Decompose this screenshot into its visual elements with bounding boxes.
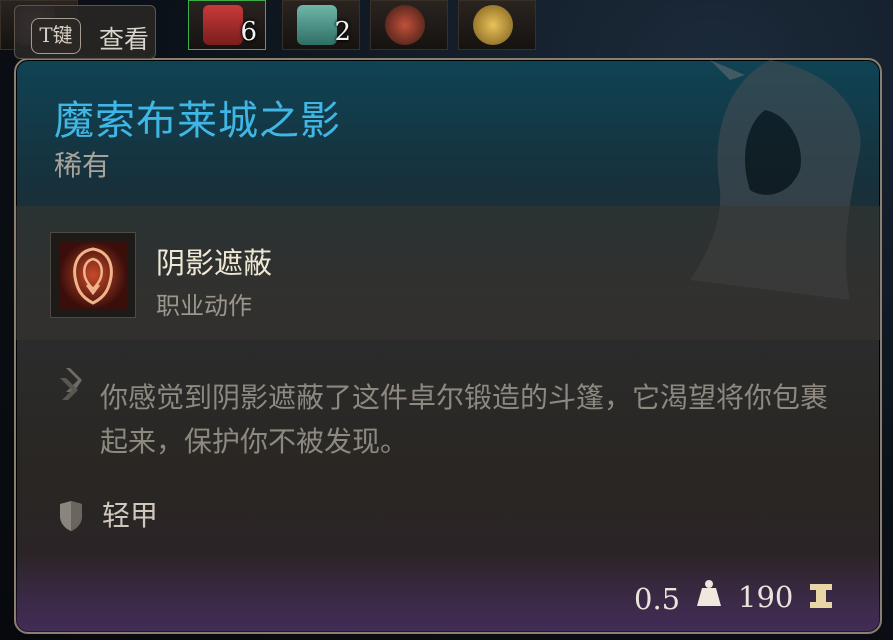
- slot-count: 6: [240, 17, 257, 47]
- action-name: 阴影遮蔽: [156, 246, 273, 280]
- inventory-slot-scroll-heart[interactable]: 2: [282, 0, 360, 50]
- price-value: 190: [738, 580, 794, 614]
- item-tooltip: 魔索布莱城之影 稀有 阴影遮蔽 职业动作 你感觉到阴影遮蔽了这件卓尔锻造的斗篷，…: [14, 58, 882, 634]
- inventory-slot-meat[interactable]: [370, 0, 448, 50]
- action-icon-frame[interactable]: [50, 232, 136, 318]
- armor-type-label: 轻甲: [102, 499, 159, 532]
- examine-hint[interactable]: T键 查看: [14, 5, 156, 59]
- action-type: 职业动作: [156, 292, 252, 320]
- scroll-heart-icon: [297, 5, 337, 45]
- item-description: 你感觉到阴影遮蔽了这件卓尔锻造的斗篷，它渴望将你包裹起来，保护你不被发现。: [100, 381, 829, 458]
- keybind-chip: T键: [31, 18, 81, 54]
- meat-food-icon: [385, 5, 425, 45]
- scroll-star-icon: [203, 5, 243, 45]
- shadow-cloak-action-icon: [59, 241, 127, 309]
- inventory-slot-gold[interactable]: [458, 0, 536, 50]
- action-section: 阴影遮蔽 职业动作: [16, 206, 880, 340]
- quote-mark-icon: [60, 368, 82, 400]
- examine-label: 查看: [99, 25, 150, 54]
- gold-coin-icon: [810, 584, 832, 608]
- weight-icon: [697, 580, 721, 606]
- inventory-slot-scroll-star[interactable]: 6: [188, 0, 266, 50]
- gold-pile-icon: [473, 5, 513, 45]
- light-armor-icon: [60, 501, 82, 531]
- item-rarity: 稀有: [54, 149, 111, 182]
- item-title: 魔索布莱城之影: [54, 98, 341, 144]
- slot-count: 2: [334, 17, 351, 47]
- weight-value: 0.5: [634, 582, 681, 616]
